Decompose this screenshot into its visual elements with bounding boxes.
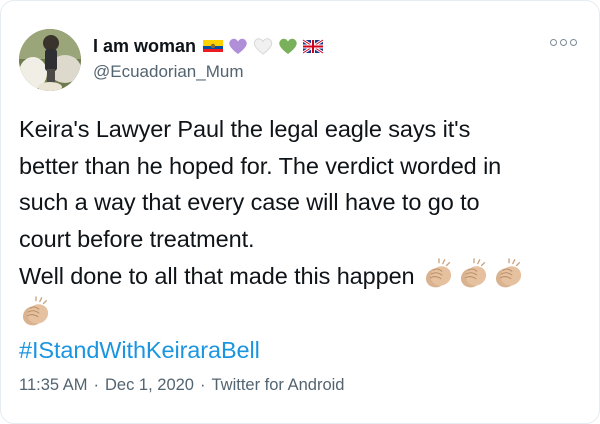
clapping-hands-icon [492, 257, 526, 291]
tweet-text-line: Well done to all that made this happen [19, 263, 415, 289]
uk-flag-icon [302, 38, 324, 55]
display-name[interactable]: I am woman [93, 36, 196, 57]
tweet-source[interactable]: Twitter for Android [211, 376, 344, 395]
avatar[interactable] [19, 29, 81, 91]
emoji-line [19, 295, 579, 333]
tweet-date[interactable]: Dec 1, 2020 [105, 376, 194, 395]
tweet-text: Keira's Lawyer Paul the legal eagle says… [19, 111, 579, 369]
tweet-text-line: such a way that every case will have to … [19, 189, 480, 215]
avatar-image [19, 29, 81, 91]
purple-heart-icon [229, 38, 247, 54]
tweet-author: I am woman @Ecuadorian_Mum [93, 33, 327, 82]
user-handle[interactable]: @Ecuadorian_Mum [93, 62, 327, 82]
display-name-row[interactable]: I am woman [93, 33, 327, 59]
more-dot-icon [560, 39, 567, 46]
meta-separator: · [199, 376, 206, 394]
tweet-metadata: 11:35 AM · Dec 1, 2020 · Twitter for And… [19, 376, 344, 395]
meta-separator: · [93, 376, 100, 394]
clapping-hands-icon [457, 257, 491, 291]
tweet-text-line: Keira's Lawyer Paul the legal eagle says… [19, 116, 471, 142]
tweet-text-line: better than he hoped for. The verdict wo… [19, 152, 502, 179]
ecuador-flag-icon [203, 40, 224, 52]
clapping-hands-icon [19, 295, 53, 329]
tweet-text-line: court before treatment. [19, 225, 255, 252]
more-options-button[interactable] [550, 39, 577, 46]
white-heart-icon [253, 38, 273, 55]
hashtag-link[interactable]: #IStandWithKeiraraBell [19, 332, 579, 369]
tweet-card: I am woman @Ecuadorian_Mum Keira's Lawye… [0, 0, 600, 424]
clapping-hands-icon [422, 257, 456, 291]
more-dot-icon [550, 39, 557, 46]
more-dot-icon [570, 39, 577, 46]
tweet-time[interactable]: 11:35 AM [19, 376, 88, 395]
tweet-text-line-with-emoji: Well done to all that made this happen [19, 257, 579, 295]
tweet-header: I am woman @Ecuadorian_Mum [19, 29, 583, 93]
green-heart-icon [279, 38, 297, 54]
